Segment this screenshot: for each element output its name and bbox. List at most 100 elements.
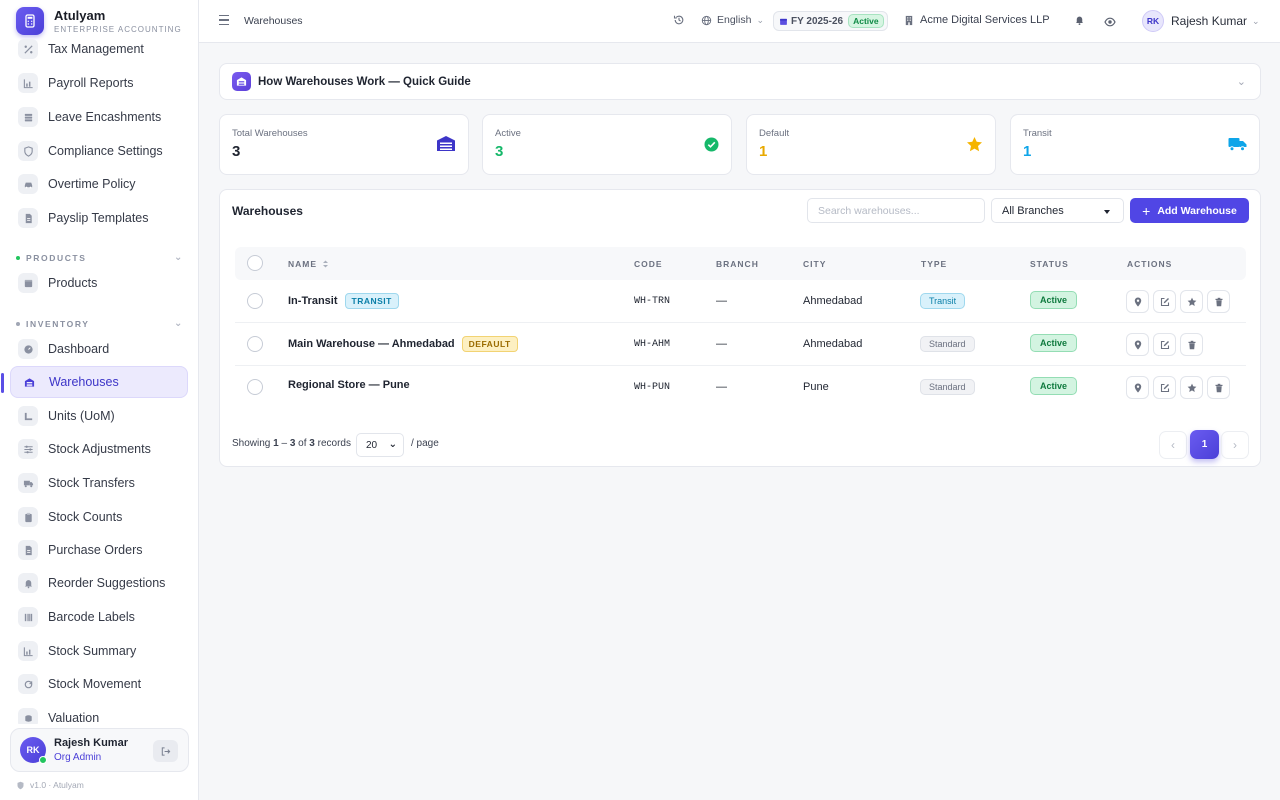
sidebar-item-stock-adjustments[interactable]: Stock Adjustments (10, 433, 188, 465)
organization-selector[interactable]: Acme Digital Services LLP (904, 14, 1050, 26)
section-dot (16, 255, 20, 260)
location-button[interactable] (1126, 376, 1149, 399)
sidebar-item-overtime-policy[interactable]: Overtime Policy (10, 168, 188, 200)
set-default-button[interactable] (1180, 290, 1203, 313)
star-icon (1187, 297, 1196, 306)
document-icon (18, 208, 38, 228)
section-label: PRODUCTS (26, 252, 87, 263)
sidebar-item-warehouses[interactable]: Warehouses (1, 366, 188, 398)
sidebar-item-leave-encashments[interactable]: Leave Encashments (10, 101, 188, 133)
truck-icon (18, 473, 38, 493)
page-size-select[interactable]: 20 ⌄ (356, 433, 404, 457)
warehouse-city: Pune (803, 381, 829, 393)
sidebar-item-stock-transfers[interactable]: Stock Transfers (10, 467, 188, 499)
edit-icon (1160, 297, 1169, 306)
breadcrumb: Warehouses (244, 15, 303, 27)
section-products[interactable]: PRODUCTS ⌄ (16, 252, 184, 263)
branch-filter-select[interactable]: All Branches (991, 198, 1124, 223)
map-pin-icon (1134, 297, 1141, 306)
range-end: 3 (289, 438, 296, 449)
section-inventory[interactable]: INVENTORY ⌄ (16, 318, 184, 329)
sidebar-item-purchase-orders[interactable]: Purchase Orders (10, 534, 188, 566)
notifications-bell-icon[interactable] (1074, 14, 1085, 29)
sidebar-item-label: Units (UoM) (48, 409, 115, 423)
chevron-down-icon: ⌄ (388, 439, 397, 450)
sidebar-item-label: Leave Encashments (48, 110, 162, 124)
range-start: 1 (273, 438, 279, 449)
sidebar-item-reorder-suggestions[interactable]: Reorder Suggestions (10, 567, 188, 599)
fiscal-year-selector[interactable]: FY 2025-26 Active (773, 11, 888, 31)
quick-guide-accordion[interactable]: How Warehouses Work — Quick Guide ⌄ (219, 63, 1261, 100)
edit-button[interactable] (1153, 333, 1176, 356)
delete-button[interactable] (1207, 290, 1230, 313)
location-button[interactable] (1126, 290, 1149, 313)
add-warehouse-button[interactable]: + Add Warehouse (1130, 198, 1249, 223)
row-checkbox[interactable] (247, 336, 263, 352)
sidebar-item-barcode-labels[interactable]: Barcode Labels (10, 601, 188, 633)
sidebar-item-stock-counts[interactable]: Stock Counts (10, 501, 188, 533)
sidebar-item-payroll-reports[interactable]: Payroll Reports (10, 67, 188, 99)
sidebar-item-products[interactable]: Products (10, 267, 188, 299)
building-icon (905, 15, 913, 25)
stat-label: Total Warehouses (232, 128, 308, 139)
warehouse-name: In-Transit (288, 295, 338, 307)
table-row[interactable]: Main Warehouse — Ahmedabad DEFAULT WH-AH… (235, 323, 1246, 366)
brand-subtitle: ENTERPRISE ACCOUNTING (54, 25, 182, 34)
sidebar-item-units[interactable]: Units (UoM) (10, 400, 188, 432)
table-row[interactable]: Regional Store — Pune WH-PUN — Pune Stan… (235, 366, 1246, 409)
current-page-button[interactable]: 1 (1190, 430, 1219, 459)
organization-name: Acme Digital Services LLP (920, 14, 1050, 26)
chevron-down-icon: ⌄ (174, 318, 184, 329)
warehouse-icon (436, 135, 456, 155)
user-role: Org Admin (54, 752, 102, 763)
shield-icon (18, 141, 38, 161)
check-circle-icon (704, 137, 719, 155)
user-name: Rajesh Kumar (54, 737, 128, 749)
sidebar-item-label: Stock Movement (48, 677, 142, 691)
map-pin-icon (1134, 383, 1141, 392)
warehouse-name: Main Warehouse — Ahmedabad (288, 338, 455, 350)
sidebar-item-dashboard[interactable]: Dashboard (10, 333, 188, 365)
sidebar-item-label: Stock Adjustments (48, 442, 151, 456)
user-profile-menu[interactable]: RK Rajesh Kumar ⌄ (1142, 10, 1260, 32)
delete-button[interactable] (1207, 376, 1230, 399)
column-header-name[interactable]: NAME (288, 259, 329, 269)
user-card[interactable]: RK Rajesh Kumar Org Admin (10, 728, 189, 772)
sidebar-item-tax-management[interactable]: Tax Management (10, 38, 188, 65)
location-button[interactable] (1126, 333, 1149, 356)
delete-button[interactable] (1180, 333, 1203, 356)
language-selector[interactable]: English ⌄ (701, 14, 764, 26)
sidebar-item-label: Payroll Reports (48, 76, 134, 90)
menu-toggle-icon[interactable] (219, 15, 229, 25)
warehouse-name-cell: In-Transit TRANSIT (288, 293, 399, 309)
chevron-right-icon: › (1233, 438, 1237, 452)
brand[interactable]: Atulyam ENTERPRISE ACCOUNTING (16, 7, 182, 35)
row-checkbox[interactable] (247, 379, 263, 395)
chevron-left-icon: ‹ (1171, 438, 1175, 452)
next-page-button[interactable]: › (1221, 431, 1249, 459)
sidebar-item-valuation[interactable]: Valuation (10, 702, 188, 724)
row-checkbox[interactable] (247, 293, 263, 309)
sidebar-item-stock-movement[interactable]: Stock Movement (10, 668, 188, 700)
logout-button[interactable] (153, 740, 178, 762)
sidebar: Atulyam ENTERPRISE ACCOUNTING Tax Manage… (0, 0, 199, 800)
select-all-checkbox[interactable] (247, 255, 263, 271)
edit-button[interactable] (1153, 376, 1176, 399)
set-default-button[interactable] (1180, 376, 1203, 399)
eye-icon[interactable] (1104, 15, 1116, 30)
section-label: INVENTORY (26, 318, 90, 329)
sidebar-item-label: Stock Summary (48, 644, 137, 658)
edit-button[interactable] (1153, 290, 1176, 313)
table-row[interactable]: In-Transit TRANSIT WH-TRN — Ahmedabad Tr… (235, 280, 1246, 323)
sidebar-item-compliance-settings[interactable]: Compliance Settings (10, 135, 188, 167)
history-icon[interactable] (673, 14, 685, 29)
cycle-icon (18, 674, 38, 694)
sidebar-item-stock-summary[interactable]: Stock Summary (10, 635, 188, 667)
warehouse-branch: — (716, 338, 727, 350)
search-input[interactable] (807, 198, 985, 223)
sidebar-item-payslip-templates[interactable]: Payslip Templates (10, 202, 188, 234)
fiscal-status-badge: Active (848, 14, 884, 28)
previous-page-button[interactable]: ‹ (1159, 431, 1187, 459)
records-summary: Showing 1 – 3 of 3 records (232, 438, 351, 449)
sidebar-item-label: Purchase Orders (48, 543, 143, 557)
